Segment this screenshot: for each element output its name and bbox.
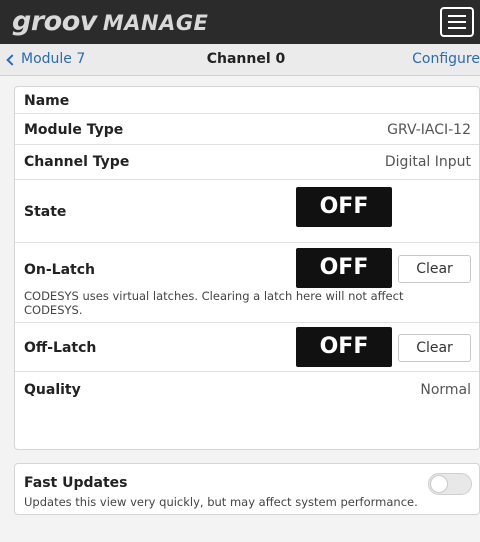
- on-latch-indicator: OFF: [296, 248, 392, 288]
- navigation-bar: Module 7 Channel 0 Configure: [0, 44, 480, 76]
- groov-manage-logo: groov MANAGE: [12, 6, 208, 38]
- name-label: Name: [24, 93, 70, 109]
- fast-updates-card: Fast Updates Updates this view very quic…: [14, 463, 480, 515]
- on-latch-row: On-Latch OFF Clear CODESYS uses virtual …: [15, 243, 479, 323]
- quality-value: Normal: [420, 382, 471, 398]
- latch-note: CODESYS uses virtual latches. Clearing a…: [24, 289, 404, 317]
- toggle-knob: [430, 475, 448, 493]
- state-indicator: OFF: [296, 187, 392, 227]
- on-latch-label: On-Latch: [24, 262, 96, 278]
- logo-manage-text: MANAGE: [102, 11, 209, 35]
- hamburger-menu-icon: [448, 15, 466, 17]
- configure-link[interactable]: Configure: [412, 51, 480, 67]
- app-header: groov MANAGE: [0, 0, 480, 44]
- state-row: State OFF: [15, 180, 479, 243]
- quality-label: Quality: [24, 382, 81, 398]
- channel-type-row: Channel Type Digital Input: [15, 145, 479, 180]
- channel-details-card: Name Module Type GRV-IACI-12 Channel Typ…: [14, 86, 480, 450]
- fast-updates-title: Fast Updates: [24, 475, 128, 491]
- hamburger-menu-icon-bar: [448, 27, 466, 29]
- quality-row: Quality Normal: [15, 372, 479, 450]
- off-latch-label: Off-Latch: [24, 340, 97, 356]
- channel-type-value: Digital Input: [384, 154, 471, 170]
- name-row: Name: [15, 87, 479, 114]
- chevron-left-icon: [6, 53, 18, 66]
- channel-type-label: Channel Type: [24, 154, 130, 170]
- page-title-text: Channel 0: [206, 51, 286, 67]
- logo-groov-text: groov: [12, 6, 97, 37]
- hamburger-menu-icon-bar: [448, 21, 466, 23]
- off-latch-clear-button[interactable]: Clear: [398, 334, 471, 362]
- on-latch-clear-button[interactable]: Clear: [398, 255, 471, 283]
- off-latch-indicator: OFF: [296, 327, 392, 367]
- back-link-label: Module 7: [21, 51, 86, 67]
- back-to-module-link[interactable]: Module 7: [6, 51, 86, 67]
- module-type-row: Module Type GRV-IACI-12: [15, 114, 479, 145]
- state-label: State: [24, 204, 67, 220]
- module-type-value: GRV-IACI-12: [387, 122, 471, 138]
- off-latch-row: Off-Latch OFF Clear: [15, 323, 479, 372]
- fast-updates-description: Updates this view very quickly, but may …: [24, 495, 418, 509]
- module-type-label: Module Type: [24, 122, 124, 138]
- hamburger-menu-button[interactable]: [440, 7, 474, 37]
- fast-updates-toggle[interactable]: [428, 473, 472, 495]
